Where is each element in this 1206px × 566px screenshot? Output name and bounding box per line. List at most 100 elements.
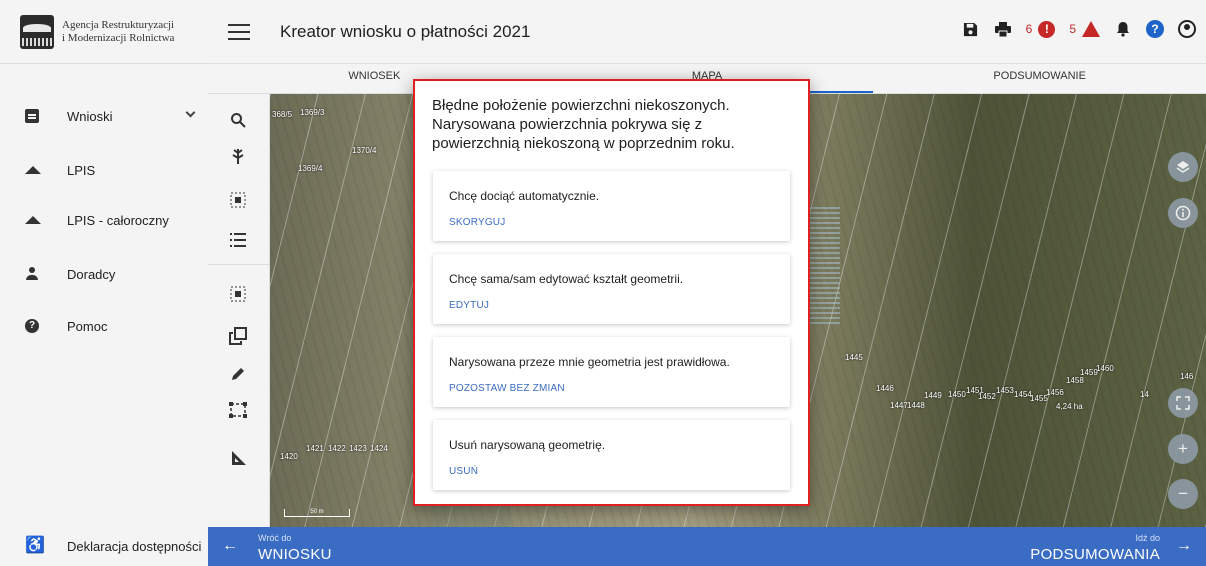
- parcel-label: 1420: [280, 452, 298, 461]
- tab-podsumowanie[interactable]: PODSUMOWANIE: [873, 64, 1206, 93]
- list-icon[interactable]: [226, 228, 250, 252]
- parcel-label: 1445: [845, 353, 863, 362]
- map-toolbar: [208, 94, 270, 527]
- edytuj-button[interactable]: EDYTUJ: [449, 300, 489, 311]
- page-title: Kreator wniosku o płatności 2021: [280, 21, 531, 41]
- plant-icon[interactable]: [226, 144, 250, 168]
- parcel-label: 1423: [349, 444, 367, 453]
- toolbar-divider: [208, 264, 270, 265]
- agency-logo[interactable]: Agencja Restrukturyzacji i Modernizacji …: [0, 0, 208, 64]
- parcel-label: 1446: [876, 384, 894, 393]
- parcel-label: 146: [1180, 372, 1194, 381]
- delete-button[interactable]: USUŃ: [449, 466, 478, 477]
- terrain-icon: [25, 216, 41, 224]
- option-description: Narysowana przeze mnie geometria jest pr…: [449, 355, 730, 369]
- option-card-keep: Narysowana przeze mnie geometria jest pr…: [433, 337, 790, 407]
- logo-line-2: i Modernizacji Rolnictwa: [62, 31, 175, 44]
- warning-icon[interactable]: [1082, 21, 1100, 37]
- accessibility-icon: ♿: [25, 537, 45, 554]
- help-circle-icon: ?: [25, 319, 39, 333]
- person-icon: [25, 267, 39, 281]
- sidebar-item-doradcy[interactable]: Doradcy: [0, 254, 208, 294]
- wizard-navigation-bar: ← Wróć do WNIOSKU Idź do PODSUMOWANIA →: [208, 527, 1206, 566]
- parcel-label: 1422: [328, 444, 346, 453]
- back-caption: Wróć do: [258, 533, 292, 543]
- dialog-message: Błędne położenie powierzchni niekoszonyc…: [432, 97, 735, 152]
- sidebar-item-accessibility[interactable]: ♿ Deklaracja dostępności: [0, 526, 208, 566]
- parcel-label: 368/5: [272, 110, 293, 119]
- option-description: Chcę dociąć automatycznie.: [449, 189, 600, 203]
- sidebar-item-lpis[interactable]: LPIS: [0, 150, 208, 190]
- back-button[interactable]: WNIOSKU: [258, 546, 332, 563]
- parcel-label: 1370/4: [352, 146, 377, 155]
- zoom-in-icon[interactable]: +: [1168, 434, 1198, 464]
- pencil-icon[interactable]: [226, 362, 250, 386]
- parcel-label: 14: [1140, 390, 1149, 399]
- warning-count: 5: [1069, 22, 1076, 36]
- next-caption: Idź do: [1135, 533, 1160, 543]
- error-count: 6: [1025, 22, 1033, 36]
- menu-icon[interactable]: [228, 23, 250, 40]
- header-actions: 6 ! 5 ?: [962, 20, 1196, 38]
- select-area-icon[interactable]: [226, 188, 250, 212]
- help-icon[interactable]: ?: [1146, 20, 1164, 38]
- next-button[interactable]: PODSUMOWANIA: [1030, 546, 1160, 563]
- option-card-edit: Chcę sama/sam edytować kształt geometrii…: [433, 254, 790, 324]
- sidebar-item-label: LPIS: [67, 162, 96, 178]
- parcel-label: 1460: [1096, 364, 1114, 373]
- info-icon[interactable]: [1168, 198, 1198, 228]
- parcel-label: 1450: [948, 390, 966, 399]
- parcel-label: 1369/4: [298, 164, 323, 173]
- copy-geometry-icon[interactable]: [226, 324, 250, 348]
- logo-line-1: Agencja Restrukturyzacji: [62, 18, 175, 31]
- select-parcel-icon[interactable]: [226, 282, 250, 306]
- parcel-label: 1448: [907, 401, 925, 410]
- parcel-label: 1458: [1066, 376, 1084, 385]
- sidebar-item-wnioski[interactable]: Wnioski: [0, 96, 208, 136]
- logo-emblem-icon: [20, 14, 54, 49]
- terrain-icon: [25, 166, 41, 174]
- option-description: Chcę sama/sam edytować kształt geometrii…: [449, 272, 684, 286]
- user-account-icon[interactable]: [1178, 20, 1196, 38]
- parcel-label: 1421: [306, 444, 324, 453]
- parcel-label: 1456: [1046, 388, 1064, 397]
- option-card-autocorrect: Chcę dociąć automatycznie. SKORYGUJ: [433, 171, 790, 241]
- top-bar: Kreator wniosku o płatności 2021 6 ! 5 ?: [208, 0, 1206, 64]
- geometry-error-dialog: Błędne położenie powierzchni niekoszonyc…: [413, 79, 810, 506]
- parcel-label: 1424: [370, 444, 388, 453]
- parcel-label: 1453: [996, 386, 1014, 395]
- search-icon[interactable]: [226, 108, 250, 132]
- print-icon[interactable]: [994, 20, 1012, 38]
- map-scale-bar: 50 m: [284, 509, 350, 517]
- keep-unchanged-button[interactable]: POZOSTAW BEZ ZMIAN: [449, 383, 565, 394]
- accessibility-label: Deklaracja dostępności: [67, 538, 202, 554]
- sidebar-item-label: Wnioski: [67, 108, 113, 124]
- error-icon[interactable]: !: [1038, 20, 1056, 38]
- next-arrow-icon[interactable]: →: [1176, 537, 1192, 555]
- option-description: Usuń narysowaną geometrię.: [449, 438, 606, 452]
- zoom-out-icon[interactable]: −: [1168, 479, 1198, 509]
- parcel-area-label: 4,24 ha: [1056, 402, 1083, 411]
- chevron-down-icon: [185, 107, 196, 118]
- sidebar-item-pomoc[interactable]: ? Pomoc: [0, 306, 208, 346]
- fullscreen-icon[interactable]: [1168, 388, 1198, 418]
- map-field-greenhouse: [810, 204, 840, 324]
- notification-bell-icon[interactable]: [1114, 20, 1132, 38]
- measure-angle-icon[interactable]: [226, 446, 250, 470]
- draw-rectangle-icon[interactable]: [226, 398, 250, 422]
- clipboard-icon: [25, 109, 39, 123]
- sidebar: Wnioski LPIS LPIS - całoroczny Doradcy ?…: [0, 64, 208, 566]
- parcel-label: 1449: [924, 391, 942, 400]
- sidebar-item-label: Doradcy: [67, 266, 116, 282]
- parcel-label: 1447: [890, 401, 908, 410]
- sidebar-item-label: LPIS - całoroczny: [67, 212, 169, 228]
- skoryguj-button[interactable]: SKORYGUJ: [449, 217, 505, 228]
- sidebar-item-lpis-caloroczny[interactable]: LPIS - całoroczny: [0, 200, 208, 240]
- layers-icon[interactable]: [1168, 152, 1198, 182]
- parcel-label: 1452: [978, 392, 996, 401]
- option-card-delete: Usuń narysowaną geometrię. USUŃ: [433, 420, 790, 490]
- back-arrow-icon[interactable]: ←: [222, 537, 238, 555]
- save-icon[interactable]: [962, 20, 980, 38]
- parcel-label: 1369/3: [300, 108, 325, 117]
- logo-text: Agencja Restrukturyzacji i Modernizacji …: [62, 19, 174, 45]
